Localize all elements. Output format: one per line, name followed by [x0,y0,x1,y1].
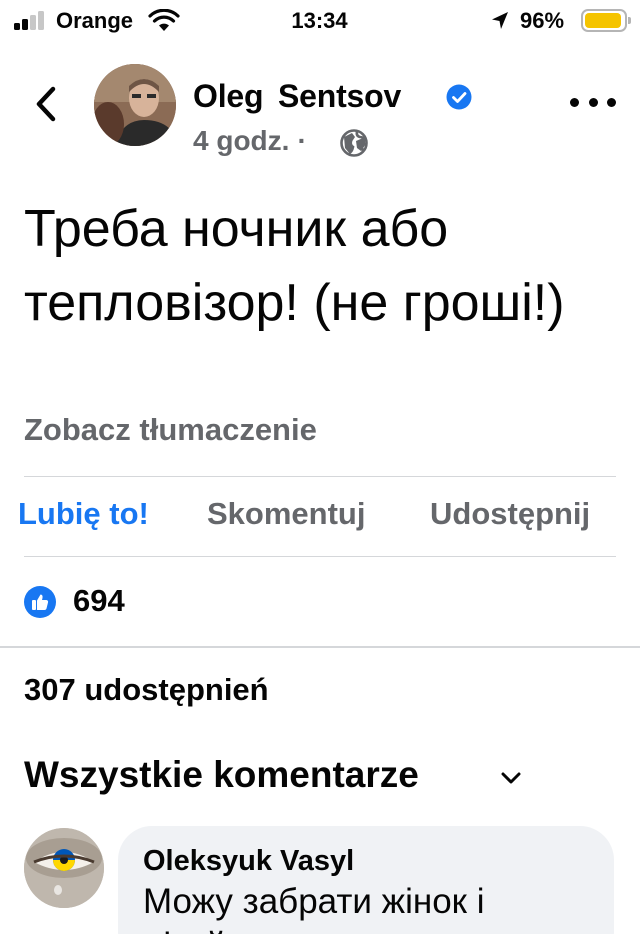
author-name[interactable]: Oleg Sentsov [193,78,401,115]
section-divider [0,646,640,648]
shares-count[interactable]: 307 udostępnień [24,672,269,708]
reaction-count[interactable]: 694 [73,583,125,619]
share-button[interactable]: Udostępnij [430,496,590,532]
commenter-photo [24,828,104,908]
like-thumb-icon[interactable] [24,586,56,618]
commenter-avatar[interactable] [24,828,104,908]
more-options-button[interactable] [570,90,616,114]
status-bar: Orange 13:34 96% [0,0,640,44]
location-arrow-icon [492,12,508,29]
author-avatar[interactable] [94,64,176,146]
post-meta: 4 godz. · [193,125,315,157]
like-button[interactable]: Lubię to! [18,496,149,532]
post-time: 4 godz. [193,125,290,156]
chevron-down-icon[interactable] [500,770,522,786]
comments-filter-label[interactable]: Wszystkie komentarze [24,754,419,796]
comment-button[interactable]: Skomentuj [207,496,365,532]
more-horizontal-icon [570,97,579,107]
divider [24,556,616,557]
see-translation-link[interactable]: Zobacz tłumaczenie [24,412,317,448]
battery-icon [581,9,631,32]
comment-text: Можу забрати жінок і [143,882,485,921]
post-text: Треба ночник або тепловізор! (не гроші!) [24,200,565,332]
divider [24,476,616,477]
globe-icon[interactable] [339,128,369,158]
comment-text-continued: дітей з... [143,926,281,934]
meta-separator: · [297,125,307,156]
author-photo [94,64,176,146]
chevron-left-icon [36,86,56,122]
verified-badge-icon [446,84,472,110]
comment-author[interactable]: Oleksyuk Vasyl [143,845,354,878]
back-button[interactable] [28,82,64,126]
battery-percent: 96% [520,8,565,33]
